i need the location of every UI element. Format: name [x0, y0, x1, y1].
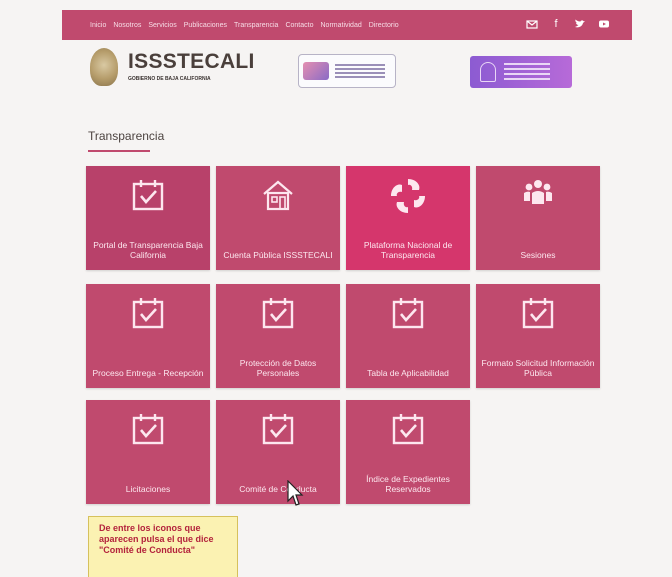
calendar-check-icon — [132, 298, 164, 329]
tile-label: Tabla de Aplicabilidad — [367, 368, 449, 378]
calendar-check-icon — [132, 414, 164, 445]
tile-label: Sesiones — [520, 250, 556, 260]
calendar-check-icon — [262, 414, 294, 445]
youtube-icon[interactable] — [598, 18, 610, 30]
tile-proteccion-datos[interactable]: Protección de Datos Personales — [216, 284, 340, 388]
section-title: Transparencia — [88, 129, 165, 143]
tile-label: Portal de Transparencia Baja California — [93, 240, 203, 260]
calendar-check-icon — [522, 298, 554, 329]
tile-label: Índice de Expedientes Reservados — [366, 474, 450, 494]
brand[interactable]: ISSSTECALI GOBIERNO DE BAJA CALIFORNIA — [128, 50, 255, 82]
mail-icon[interactable] — [526, 18, 538, 30]
page: Inicio Nosotros Servicios Publicaciones … — [0, 0, 672, 577]
brand-title: ISSSTECALI — [128, 50, 255, 73]
tile-label: Proceso Entrega - Recepción — [92, 368, 204, 378]
nav-link-normatividad[interactable]: Normatividad — [321, 22, 362, 29]
nav-link-transparencia[interactable]: Transparencia — [234, 22, 279, 29]
calendar-check-icon — [392, 414, 424, 445]
calendar-check-icon — [262, 298, 294, 329]
nav-link-directorio[interactable]: Directorio — [369, 22, 399, 29]
institute-logo[interactable] — [470, 56, 572, 88]
site-header: ISSSTECALI GOBIERNO DE BAJA CALIFORNIA — [90, 48, 610, 98]
tile-portal-transparencia[interactable]: Portal de Transparencia Baja California — [86, 166, 210, 270]
tile-licitaciones[interactable]: Licitaciones — [86, 400, 210, 504]
institute-logo-figure-icon — [480, 62, 496, 82]
tile-label: Protección de Datos Personales — [239, 358, 317, 378]
tile-label: Plataforma Nacional de Transparencia — [363, 240, 453, 260]
facebook-icon[interactable]: f — [550, 18, 562, 30]
nav-link-inicio[interactable]: Inicio — [90, 22, 106, 29]
social-links: f — [526, 18, 610, 30]
nav-link-nosotros[interactable]: Nosotros — [113, 22, 141, 29]
mouse-pointer-icon — [287, 480, 304, 506]
tile-label: Licitaciones — [125, 484, 171, 494]
tile-cuenta-publica[interactable]: Cuenta Pública ISSSTECALI — [216, 166, 340, 270]
people-icon — [524, 180, 552, 204]
instruction-hint: De entre los iconos que aparecen pulsa e… — [88, 516, 238, 577]
state-seal-icon — [90, 48, 118, 86]
tile-proceso-entrega[interactable]: Proceso Entrega - Recepción — [86, 284, 210, 388]
calendar-check-icon — [132, 180, 164, 211]
nav-link-publicaciones[interactable]: Publicaciones — [184, 22, 227, 29]
nav-link-contacto[interactable]: Contacto — [285, 22, 313, 29]
tile-indice-expedientes[interactable]: Índice de Expedientes Reservados — [346, 400, 470, 504]
platform-logo-icon — [391, 179, 425, 213]
transparency-logo-mark-icon — [303, 62, 329, 80]
nav-link-servicios[interactable]: Servicios — [148, 22, 176, 29]
brand-government: GOBIERNO DE BAJA CALIFORNIA — [128, 76, 211, 82]
tile-label: Comité de Conducta — [239, 484, 317, 494]
transparency-logo[interactable] — [298, 54, 396, 88]
top-nav-bar: Inicio Nosotros Servicios Publicaciones … — [62, 10, 632, 40]
tile-label: Cuenta Pública ISSSTECALI — [223, 250, 333, 260]
tile-plataforma-nacional[interactable]: Plataforma Nacional de Transparencia — [346, 166, 470, 270]
tile-tabla-aplicabilidad[interactable]: Tabla de Aplicabilidad — [346, 284, 470, 388]
twitter-icon[interactable] — [574, 18, 586, 30]
tile-label: Formato Solicitud Información Pública — [481, 358, 595, 378]
tile-comite-conducta[interactable]: Comité de Conducta — [216, 400, 340, 504]
calendar-check-icon — [392, 298, 424, 329]
tile-sesiones[interactable]: Sesiones — [476, 166, 600, 270]
tile-formato-solicitud[interactable]: Formato Solicitud Información Pública — [476, 284, 600, 388]
house-icon — [263, 180, 293, 211]
section-title-underline — [88, 150, 150, 152]
